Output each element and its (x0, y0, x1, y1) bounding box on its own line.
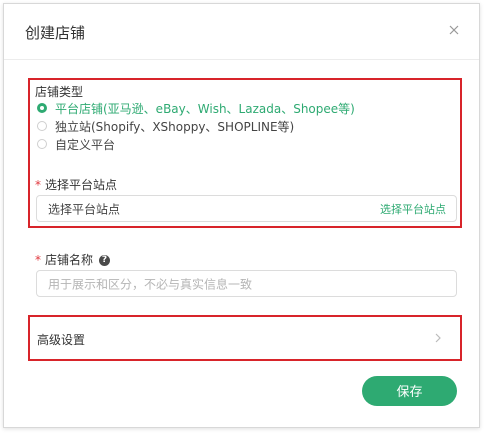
radio-unselected-icon[interactable] (37, 121, 47, 131)
dialog-header: 创建店铺 (4, 4, 479, 60)
save-button[interactable]: 保存 (362, 376, 457, 406)
store-type-label: 店铺类型 (35, 85, 84, 99)
close-icon[interactable] (447, 23, 461, 37)
advanced-settings-label[interactable]: 高级设置 (37, 331, 85, 348)
platform-site-label: * 选择平台站点 (35, 176, 117, 193)
chevron-right-icon[interactable] (433, 332, 443, 344)
question-icon[interactable]: ? (99, 255, 111, 266)
radio-independent-site-label: 独立站(Shopify、XShoppy、SHOPLINE等) (55, 119, 295, 134)
radio-unselected-icon[interactable] (37, 139, 47, 149)
radio-custom-platform[interactable]: 自定义平台 (37, 136, 115, 152)
store-name-input[interactable]: 用于展示和区分，不必与真实信息一致 (36, 270, 457, 297)
radio-independent-site[interactable]: 独立站(Shopify、XShoppy、SHOPLINE等) (37, 118, 294, 134)
dialog-title: 创建店铺 (25, 24, 86, 42)
required-mark: * (35, 178, 41, 192)
select-platform-site-link[interactable]: 选择平台站点 (380, 201, 446, 217)
create-store-dialog: 创建店铺 店铺类型 平台店铺(亚马逊、eBay、Wish、Lazada、Shop… (3, 3, 480, 428)
radio-platform-store-label: 平台店铺(亚马逊、eBay、Wish、Lazada、Shopee等) (55, 101, 355, 116)
platform-site-field[interactable]: 选择平台站点 选择平台站点 (36, 195, 457, 222)
radio-platform-store[interactable]: 平台店铺(亚马逊、eBay、Wish、Lazada、Shopee等) (37, 100, 355, 116)
platform-site-label-text: 选择平台站点 (45, 178, 118, 192)
store-name-label-text: 店铺名称 (45, 253, 94, 267)
radio-selected-icon[interactable] (37, 103, 47, 113)
screen: 创建店铺 店铺类型 平台店铺(亚马逊、eBay、Wish、Lazada、Shop… (0, 0, 488, 434)
store-name-placeholder: 用于展示和区分，不必与真实信息一致 (48, 277, 253, 291)
platform-site-value: 选择平台站点 (48, 202, 121, 216)
store-name-label: * 店铺名称? (35, 251, 111, 268)
radio-custom-platform-label: 自定义平台 (55, 137, 116, 152)
highlight-advanced-box (28, 315, 462, 361)
required-mark: * (35, 253, 41, 267)
